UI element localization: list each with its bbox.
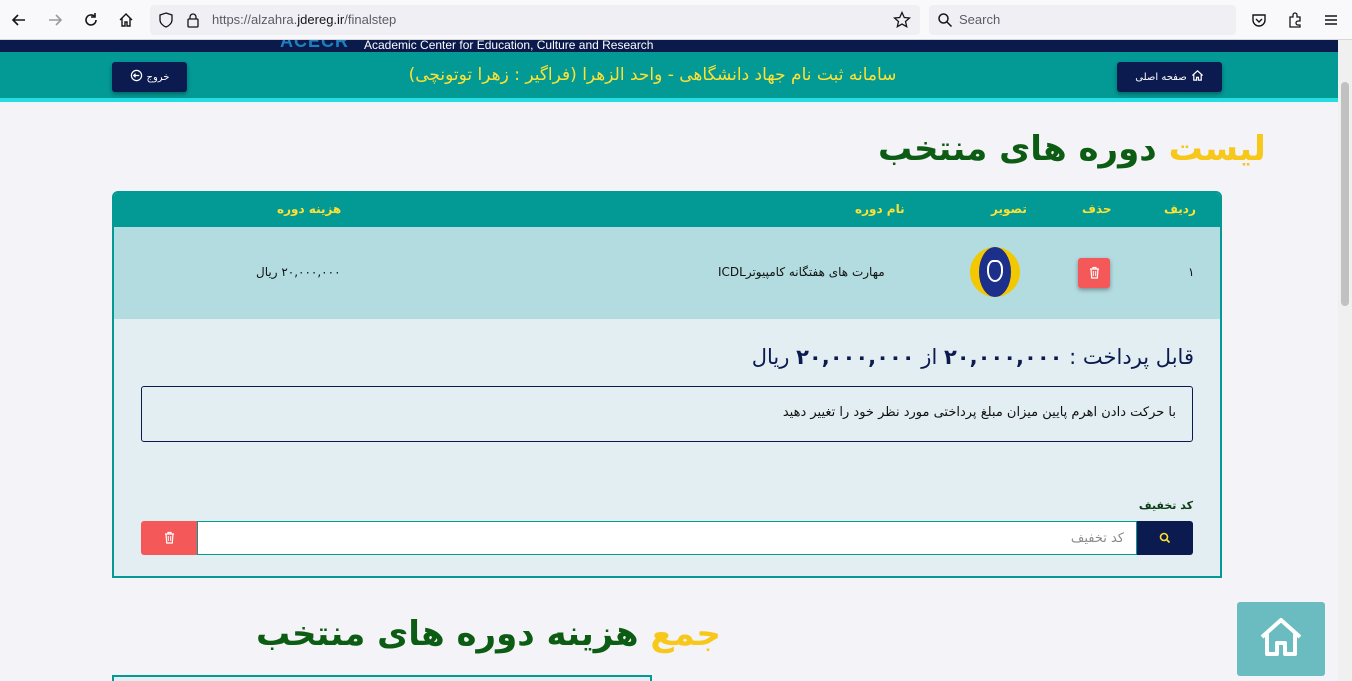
discount-apply-button[interactable]	[1137, 521, 1193, 555]
payment-slider-hint-box: با حرکت دادن اهرم پایین میزان مبلغ پرداخ…	[141, 386, 1193, 442]
extensions-icon[interactable]	[1283, 8, 1307, 32]
course-name: مهارت های هفتگانه کامپیوترICDL	[718, 265, 885, 279]
table-row: ۱ مهارت های هفتگانه کامپیوترICDL ۲۰,۰۰۰,…	[114, 227, 1220, 319]
shield-icon[interactable]	[158, 12, 174, 32]
col-image: تصویر	[991, 202, 1027, 216]
scrollbar-thumb[interactable]	[1341, 82, 1349, 306]
browser-toolbar: https://alzahra.jdereg.ir/finalstep Sear…	[0, 0, 1352, 40]
house-icon	[1191, 69, 1204, 85]
home-label: صفحه اصلی	[1135, 71, 1187, 83]
back-icon[interactable]	[7, 8, 31, 32]
row-index: ۱	[1188, 265, 1195, 279]
discount-label: کد تخفیف	[1138, 499, 1193, 512]
bookmark-star-icon[interactable]	[892, 10, 912, 33]
home-button[interactable]: صفحه اصلی	[1117, 62, 1222, 92]
course-image	[970, 247, 1020, 297]
trash-icon	[1089, 264, 1100, 283]
org-name: Academic Center for Education, Culture a…	[364, 40, 654, 52]
discount-row	[141, 521, 1193, 555]
col-row: ردیف	[1164, 202, 1196, 216]
lock-icon[interactable]	[186, 12, 200, 32]
col-delete: حذف	[1082, 202, 1112, 216]
course-cost: ۲۰,۰۰۰,۰۰۰ ریال	[256, 265, 341, 279]
home-icon[interactable]	[114, 8, 138, 32]
col-cost: هزینه دوره	[277, 202, 342, 216]
header-divider	[0, 98, 1338, 102]
discount-code-input[interactable]	[197, 521, 1137, 555]
pocket-icon[interactable]	[1247, 8, 1271, 32]
acecr-logo: ACECR	[280, 40, 350, 51]
delete-course-button[interactable]	[1078, 258, 1110, 288]
col-name: نام دوره	[855, 202, 905, 216]
trash-icon	[164, 529, 175, 548]
search-icon	[1159, 529, 1171, 548]
url-text: https://alzahra.jdereg.ir/finalstep	[212, 12, 397, 27]
payment-slider-hint: با حرکت دادن اهرم پایین میزان مبلغ پرداخ…	[782, 405, 1176, 420]
reload-icon[interactable]	[79, 8, 103, 32]
browser-search-placeholder: Search	[959, 12, 1001, 27]
menu-icon[interactable]	[1319, 8, 1343, 32]
payable-amount: قابل پرداخت : ۲۰,۰۰۰,۰۰۰ از ۲۰,۰۰۰,۰۰۰ ر…	[751, 345, 1194, 369]
browser-search-bar[interactable]: Search	[929, 5, 1236, 35]
search-icon	[937, 12, 953, 32]
url-bar[interactable]: https://alzahra.jdereg.ir/finalstep	[150, 5, 920, 35]
floating-home-button[interactable]	[1237, 602, 1325, 676]
house-icon	[1258, 614, 1304, 664]
table-header: ردیف حذف تصویر نام دوره هزینه دوره	[114, 193, 1220, 227]
page-scrollbar[interactable]	[1338, 40, 1352, 681]
summary-card	[112, 675, 652, 681]
site-header: خروج سامانه ثبت نام جهاد دانشگاهی - واحد…	[0, 52, 1338, 98]
selected-courses-card: ردیف حذف تصویر نام دوره هزینه دوره ۱ مها…	[112, 191, 1222, 578]
summary-title: جمع هزینه دوره های منتخب	[256, 614, 721, 654]
page-title: سامانه ثبت نام جهاد دانشگاهی - واحد الزه…	[408, 65, 897, 85]
site-banner: ACECR Academic Center for Education, Cul…	[0, 40, 1338, 52]
discount-clear-button[interactable]	[141, 521, 197, 555]
forward-icon[interactable]	[43, 8, 67, 32]
selected-courses-title: لیست دوره های منتخب	[878, 129, 1266, 169]
